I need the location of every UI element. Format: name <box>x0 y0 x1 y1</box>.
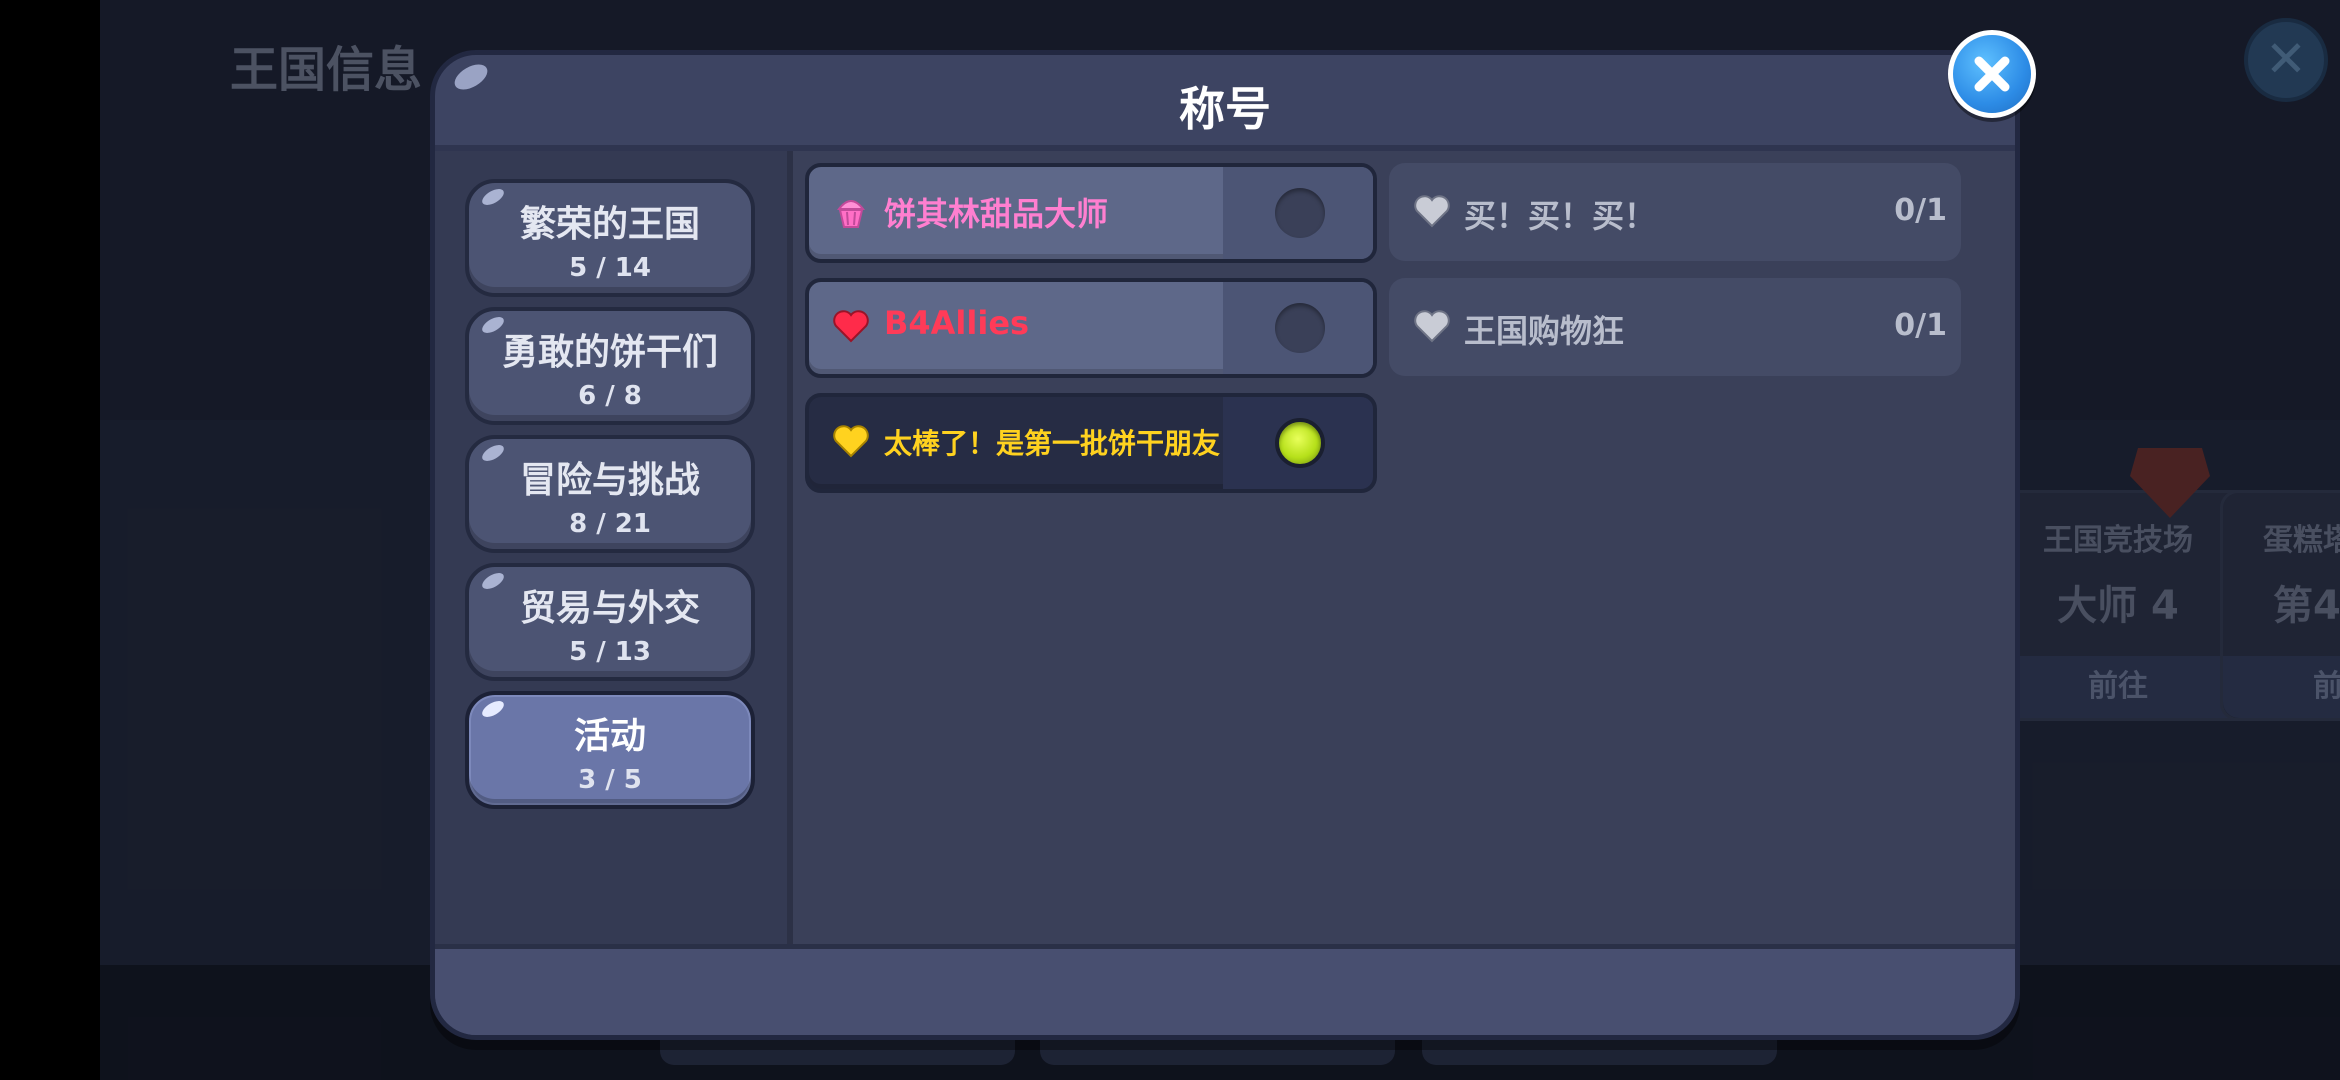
close-icon <box>1974 56 2010 92</box>
equip-toggle-off[interactable] <box>1275 303 1325 353</box>
equip-toggle-area[interactable] <box>1223 167 1373 259</box>
category-brave-cookies[interactable]: 勇敢的饼干们 6 / 8 <box>465 307 755 425</box>
gray-heart-icon <box>1414 310 1450 343</box>
red-heart-icon <box>833 310 869 343</box>
category-name: 冒险与挑战 <box>519 460 700 501</box>
equip-toggle-area[interactable] <box>1223 282 1373 374</box>
title-label: 饼其林甜品大师 <box>884 195 1109 233</box>
category-count: 5 / 14 <box>569 253 651 283</box>
dialog-body: 繁荣的王国 5 / 14 勇敢的饼干们 6 / 8 冒险与挑战 8 / 21 贸… <box>435 151 2015 944</box>
category-sidebar: 繁荣的王国 5 / 14 勇敢的饼干们 6 / 8 冒险与挑战 8 / 21 贸… <box>435 151 787 944</box>
category-name: 活动 <box>573 716 646 757</box>
title-label: 太棒了！是第一批饼干朋友 <box>884 427 1221 460</box>
dialog-footer <box>435 944 2015 1035</box>
yellow-heart-icon <box>833 425 869 458</box>
cupcake-icon <box>836 200 866 228</box>
title-row-first-cookie-friend[interactable]: 太棒了！是第一批饼干朋友 <box>805 393 1377 493</box>
category-name: 贸易与外交 <box>519 588 700 629</box>
equip-toggle-area[interactable] <box>1223 397 1373 489</box>
title-row-dessert-master[interactable]: 饼其林甜品大师 <box>805 163 1377 263</box>
category-adventure-challenge[interactable]: 冒险与挑战 8 / 21 <box>465 435 755 553</box>
category-prosperous-kingdom[interactable]: 繁荣的王国 5 / 14 <box>465 179 755 297</box>
category-count: 6 / 8 <box>578 381 642 411</box>
category-count: 3 / 5 <box>578 765 642 795</box>
category-name: 勇敢的饼干们 <box>501 332 718 373</box>
gray-heart-icon <box>1414 195 1450 228</box>
equip-toggle-on[interactable] <box>1275 418 1325 468</box>
close-button[interactable] <box>1948 30 2036 118</box>
dialog-title: 称号 <box>1179 82 1271 136</box>
title-label: B4Allies <box>884 304 1030 342</box>
title-row-b4allies[interactable]: B4Allies <box>805 278 1377 378</box>
category-count: 8 / 21 <box>569 509 651 539</box>
titles-dialog: 称号 繁荣的王国 5 / 14 勇敢的饼干们 6 / 8 冒险与挑战 8 / 2… <box>430 50 2020 1040</box>
locked-title-progress: 0/1 <box>1894 193 1947 228</box>
category-count: 5 / 13 <box>569 637 651 667</box>
category-trade-diplomacy[interactable]: 贸易与外交 5 / 13 <box>465 563 755 681</box>
locked-title-row-buy-buy-buy: 买！买！买！ 0/1 <box>1389 163 1961 261</box>
category-events[interactable]: 活动 3 / 5 <box>465 691 755 809</box>
category-name: 繁荣的王国 <box>519 204 700 245</box>
locked-title-label: 王国购物狂 <box>1464 312 1625 350</box>
titles-content: 饼其林甜品大师 B4Allies 太棒了！是第一批饼干朋友 买！买！买！ 0/1… <box>793 151 2015 944</box>
locked-title-label: 买！买！买！ <box>1464 197 1657 235</box>
locked-title-progress: 0/1 <box>1894 308 1947 343</box>
locked-title-row-shopaholic: 王国购物狂 0/1 <box>1389 278 1961 376</box>
equip-toggle-off[interactable] <box>1275 188 1325 238</box>
